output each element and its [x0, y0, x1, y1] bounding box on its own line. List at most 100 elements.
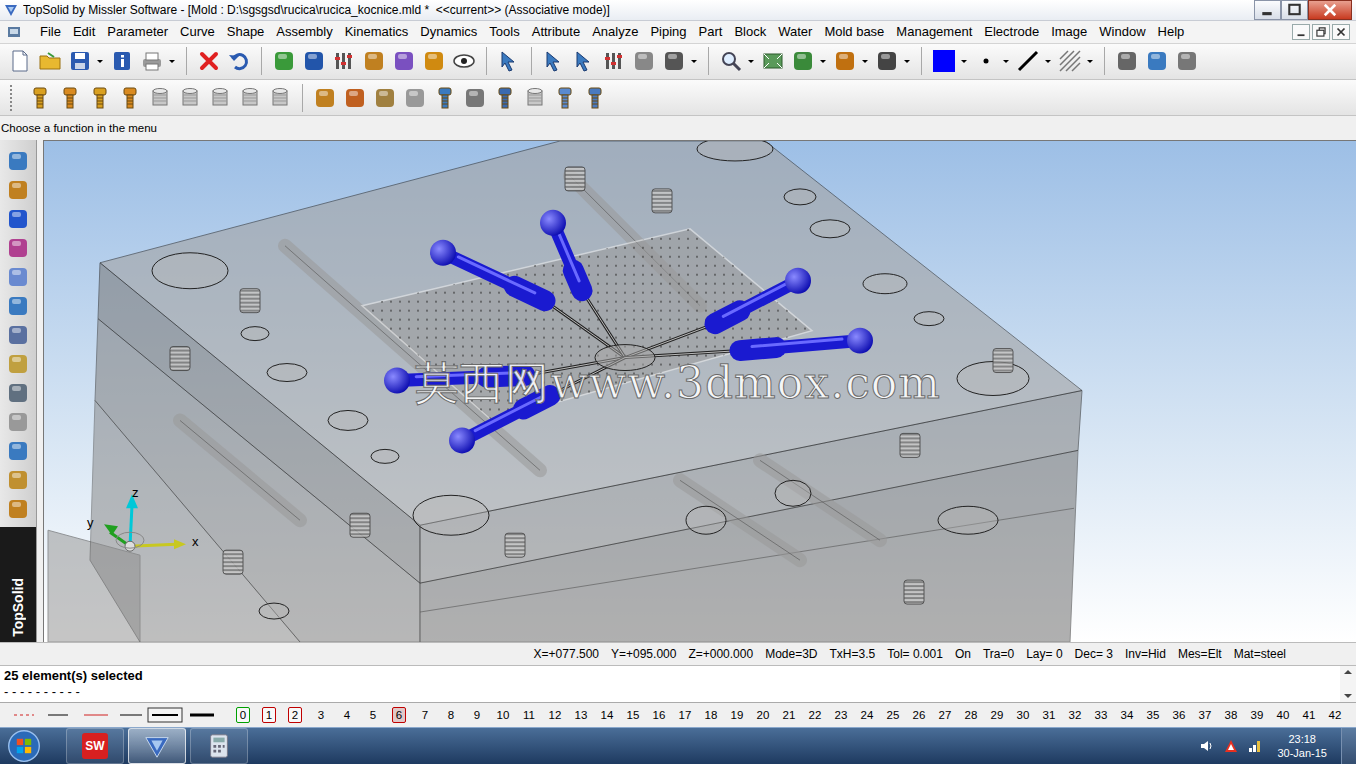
toolbar-button[interactable]: [420, 46, 448, 76]
layer-number[interactable]: 38: [1221, 707, 1242, 723]
minimize-button[interactable]: [1254, 0, 1281, 20]
layer-number[interactable]: 42: [1325, 707, 1346, 723]
layer-cell[interactable]: 41: [1296, 707, 1322, 723]
mdi-restore-button[interactable]: [1312, 24, 1330, 40]
layer-cell[interactable]: 42: [1322, 707, 1348, 723]
dropdown-arrow-icon[interactable]: [819, 57, 827, 65]
taskbar-app[interactable]: [128, 728, 186, 764]
layer-cell[interactable]: 7: [412, 707, 438, 723]
toolbar-button[interactable]: [873, 46, 901, 76]
layer-cell[interactable]: 4: [334, 707, 360, 723]
layer-cell[interactable]: 33: [1088, 707, 1114, 723]
dropdown-arrow-icon[interactable]: [96, 57, 104, 65]
toolbar-button[interactable]: [66, 46, 94, 76]
toolbar-button[interactable]: [225, 46, 253, 76]
layer-cell[interactable]: 16: [646, 707, 672, 723]
toolbar-button[interactable]: [831, 46, 859, 76]
layer-cell[interactable]: 26: [906, 707, 932, 723]
layer-number[interactable]: 21: [779, 707, 800, 723]
toolbar-button[interactable]: [495, 46, 523, 76]
layer-number[interactable]: 35: [1143, 707, 1164, 723]
layer-number[interactable]: 34: [1117, 707, 1138, 723]
layer-number[interactable]: 25: [883, 707, 904, 723]
toolbar-button[interactable]: [3, 465, 33, 494]
dropdown-arrow-icon[interactable]: [690, 57, 698, 65]
toolbar-button[interactable]: [600, 46, 628, 76]
layer-cell[interactable]: 34: [1114, 707, 1140, 723]
layer-number[interactable]: 7: [418, 707, 432, 723]
toolbar-button[interactable]: [540, 46, 568, 76]
toolbar-button[interactable]: [1014, 46, 1042, 76]
layer-number[interactable]: 13: [571, 707, 592, 723]
toolbar-button[interactable]: [266, 83, 294, 113]
toolbar-button[interactable]: [717, 46, 745, 76]
close-button[interactable]: [1308, 0, 1352, 20]
layer-number[interactable]: 26: [909, 707, 930, 723]
message-scrollbar[interactable]: [1340, 666, 1356, 702]
toolbar-button[interactable]: [108, 46, 136, 76]
layer-number[interactable]: 5: [366, 707, 380, 723]
scroll-down-icon[interactable]: [1343, 692, 1353, 700]
menu-item[interactable]: Analyze: [586, 22, 644, 41]
menu-item[interactable]: Image: [1045, 22, 1093, 41]
toolbar-button[interactable]: [3, 378, 33, 407]
toolbar-button[interactable]: [146, 83, 174, 113]
toolbar-button[interactable]: [1143, 46, 1171, 76]
layer-cell[interactable]: 22: [802, 707, 828, 723]
menu-item[interactable]: Kinematics: [339, 22, 415, 41]
layer-cell[interactable]: 3: [308, 707, 334, 723]
layer-cell[interactable]: 2: [282, 707, 308, 723]
layer-number[interactable]: 29: [987, 707, 1008, 723]
layer-cell[interactable]: 12: [542, 707, 568, 723]
layer-cell[interactable]: 32: [1062, 707, 1088, 723]
mdi-minimize-button[interactable]: [1292, 24, 1310, 40]
layer-number[interactable]: 36: [1169, 707, 1190, 723]
toolbar-button[interactable]: [930, 46, 958, 76]
toolbar-button[interactable]: [236, 83, 264, 113]
menu-item[interactable]: Mold base: [818, 22, 890, 41]
toolbar-button[interactable]: [330, 46, 358, 76]
taskbar-app[interactable]: SW: [66, 728, 124, 764]
layer-cell[interactable]: 31: [1036, 707, 1062, 723]
menu-item[interactable]: Block: [728, 22, 772, 41]
line-style-selector[interactable]: [0, 705, 224, 725]
layer-number[interactable]: 9: [470, 707, 484, 723]
layer-cell[interactable]: 19: [724, 707, 750, 723]
menu-item[interactable]: Curve: [174, 22, 221, 41]
layer-number[interactable]: 32: [1065, 707, 1086, 723]
menu-item[interactable]: Assembly: [270, 22, 338, 41]
toolbar-button[interactable]: [3, 233, 33, 262]
clock[interactable]: 23:18 30-Jan-15: [1271, 732, 1333, 760]
layer-cell[interactable]: 9: [464, 707, 490, 723]
layer-number[interactable]: 22: [805, 707, 826, 723]
layer-number[interactable]: 31: [1039, 707, 1060, 723]
layer-number[interactable]: 0: [236, 707, 250, 723]
start-button[interactable]: [4, 728, 48, 764]
layer-number[interactable]: 23: [831, 707, 852, 723]
layer-cell[interactable]: 5: [360, 707, 386, 723]
layer-number[interactable]: 28: [961, 707, 982, 723]
adobe-icon[interactable]: [1223, 738, 1239, 754]
layer-cell[interactable]: 37: [1192, 707, 1218, 723]
layer-cell[interactable]: 18: [698, 707, 724, 723]
menu-item[interactable]: File: [34, 22, 67, 41]
dropdown-arrow-icon[interactable]: [903, 57, 911, 65]
toolbar-button[interactable]: [630, 46, 658, 76]
toolbar-button[interactable]: [789, 46, 817, 76]
toolbar-button[interactable]: [3, 407, 33, 436]
toolbar-button[interactable]: [116, 83, 144, 113]
menu-item[interactable]: Part: [693, 22, 729, 41]
toolbar-button[interactable]: [759, 46, 787, 76]
layer-cell[interactable]: 29: [984, 707, 1010, 723]
dropdown-arrow-icon[interactable]: [861, 57, 869, 65]
layer-cell[interactable]: 25: [880, 707, 906, 723]
menu-item[interactable]: Edit: [67, 22, 101, 41]
layer-number[interactable]: 4: [340, 707, 354, 723]
layer-number[interactable]: 24: [857, 707, 878, 723]
toolbar-button[interactable]: [461, 83, 489, 113]
layer-number[interactable]: 17: [675, 707, 696, 723]
toolbar-grip[interactable]: [10, 85, 16, 111]
mdi-close-button[interactable]: [1332, 24, 1350, 40]
toolbar-button[interactable]: [1173, 46, 1201, 76]
taskbar-app[interactable]: [190, 728, 248, 764]
